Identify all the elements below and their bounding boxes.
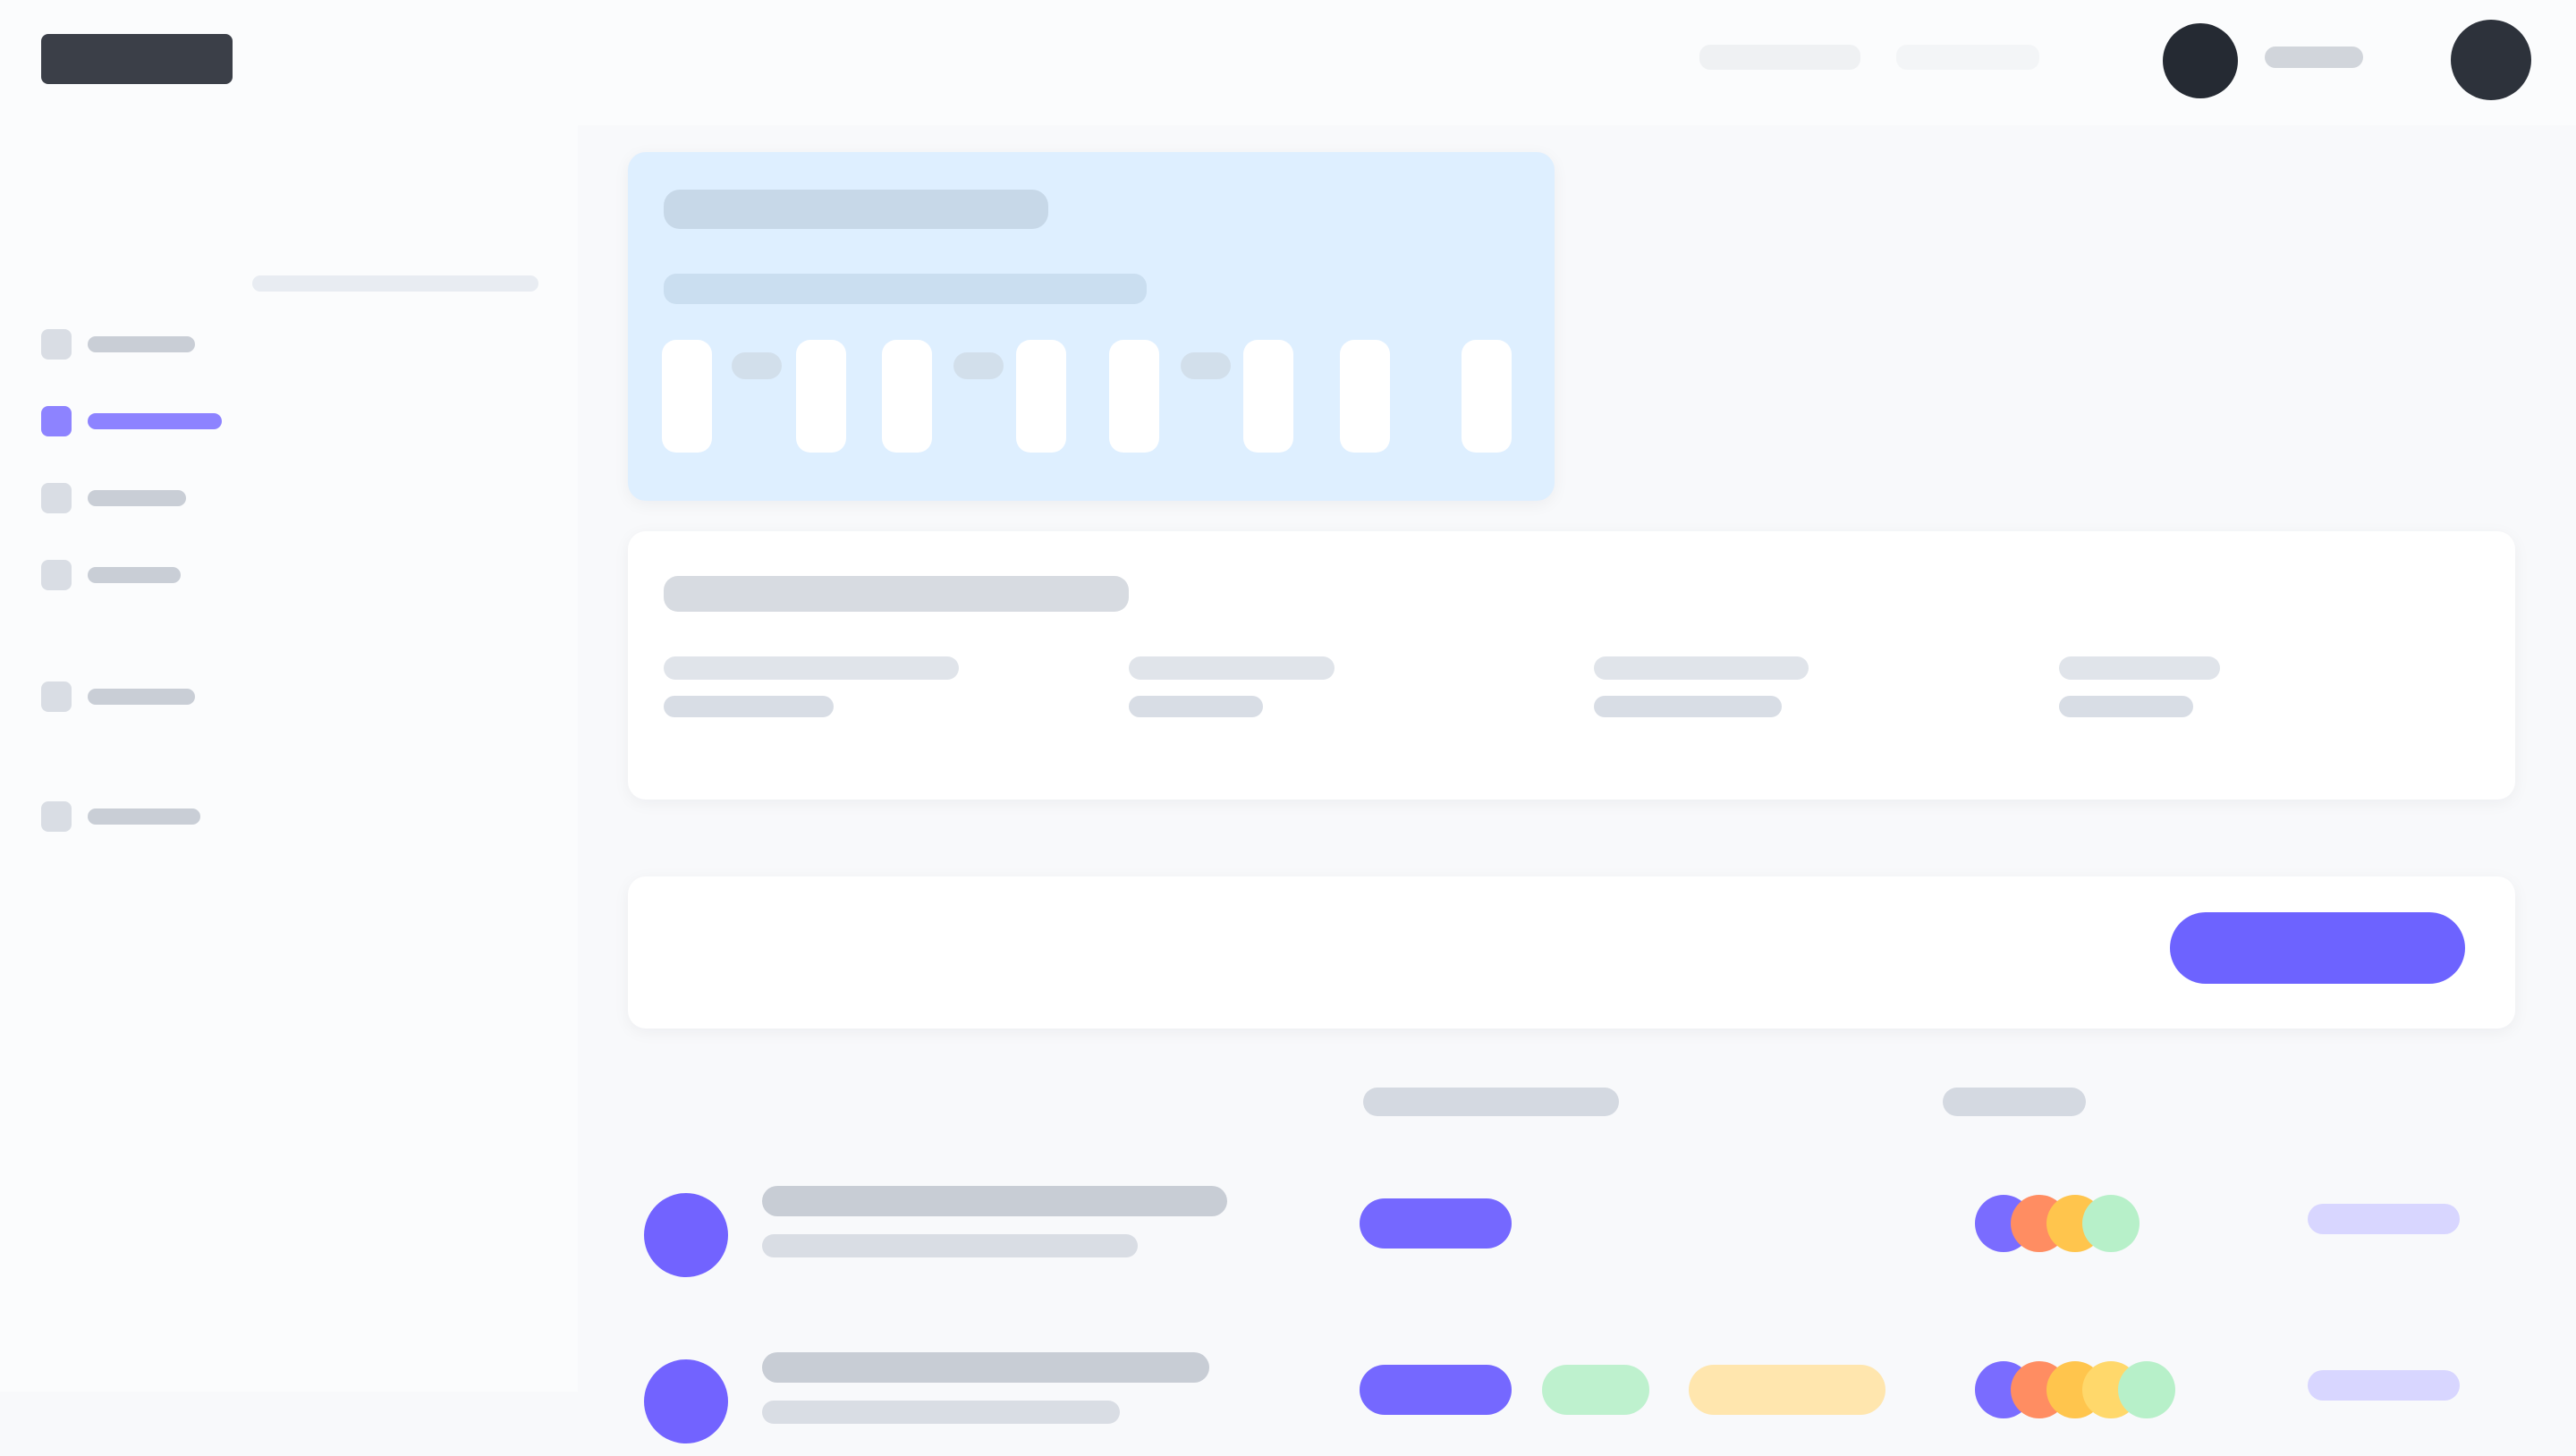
stat-value [2059, 696, 2193, 717]
status-badge [1689, 1365, 1885, 1415]
hero-subtitle [664, 274, 1147, 304]
row-title [762, 1186, 1227, 1216]
table-row[interactable] [628, 1322, 2515, 1456]
table-row[interactable] [628, 1155, 2515, 1290]
color-swatch [2118, 1361, 2175, 1418]
main-content [578, 125, 2576, 1443]
hero-block[interactable] [1462, 340, 1512, 453]
hero-title [664, 190, 1048, 229]
top-navigation [0, 0, 2576, 125]
items-table [628, 1073, 2515, 1443]
stat-value [1129, 696, 1263, 717]
hero-block-mark [732, 352, 782, 379]
sidebar-item-reports[interactable] [41, 560, 265, 590]
stat-item [1129, 656, 1442, 755]
row-color-swatches [1975, 1361, 2181, 1433]
row-subtitle [762, 1401, 1120, 1424]
table-header-cell [1943, 1088, 2086, 1116]
stat-item [2059, 656, 2372, 755]
top-filter-field[interactable] [1896, 45, 2039, 70]
settings-icon [41, 801, 72, 832]
hero-card [628, 152, 1555, 501]
hero-block[interactable] [662, 340, 712, 453]
table-header-cell [1363, 1088, 1619, 1116]
sidebar-item-label [88, 567, 181, 583]
user-avatar[interactable] [2163, 23, 2238, 98]
sidebar-item-label [88, 689, 195, 705]
hero-blocks [662, 340, 1521, 453]
stat-value [1594, 696, 1782, 717]
projects-icon [41, 483, 72, 513]
status-badge [1360, 1198, 1512, 1249]
hero-block-mark [1181, 352, 1231, 379]
top-search-field[interactable] [1699, 45, 1860, 70]
row-color-swatches [1975, 1195, 2181, 1266]
sidebar-item-projects[interactable] [41, 483, 265, 513]
hero-block[interactable] [1016, 340, 1066, 453]
user-name-label [2265, 47, 2363, 68]
hero-block[interactable] [1109, 340, 1159, 453]
hero-block[interactable] [1340, 340, 1390, 453]
list-toolbar [628, 876, 2515, 1029]
app-logo[interactable] [41, 34, 233, 84]
row-avatar [644, 1193, 728, 1277]
row-action-link[interactable] [2308, 1204, 2460, 1234]
sidebar-item-label [88, 336, 195, 352]
hero-block[interactable] [1243, 340, 1293, 453]
row-avatar [644, 1359, 728, 1443]
stat-item [664, 656, 977, 755]
stat-label [664, 656, 959, 680]
reports-icon [41, 560, 72, 590]
team-icon [41, 681, 72, 712]
stat-item [1594, 656, 1907, 755]
row-action-link[interactable] [2308, 1370, 2460, 1401]
active-icon [41, 406, 72, 436]
sidebar-item-label [88, 808, 200, 825]
row-title [762, 1352, 1209, 1383]
status-badge [1360, 1365, 1512, 1415]
sidebar [0, 125, 578, 1392]
sidebar-item-label [88, 490, 186, 506]
secondary-avatar[interactable] [2451, 20, 2531, 100]
stats-title [664, 576, 1129, 612]
row-subtitle [762, 1234, 1138, 1257]
table-header [628, 1073, 2515, 1145]
sidebar-item-label [88, 413, 222, 429]
stat-label [1129, 656, 1335, 680]
stats-card [628, 531, 2515, 800]
active-selection-indicator [252, 275, 538, 292]
sidebar-item-dashboard[interactable] [41, 329, 265, 360]
stat-value [664, 696, 834, 717]
primary-action-button[interactable] [2170, 912, 2465, 984]
hero-block[interactable] [796, 340, 846, 453]
stat-label [2059, 656, 2220, 680]
hero-block[interactable] [882, 340, 932, 453]
sidebar-item-active[interactable] [41, 406, 265, 436]
sidebar-item-settings[interactable] [41, 801, 265, 832]
stat-label [1594, 656, 1809, 680]
hero-block-mark [953, 352, 1004, 379]
color-swatch [2082, 1195, 2140, 1252]
dashboard-icon [41, 329, 72, 360]
status-badge [1542, 1365, 1649, 1415]
sidebar-item-team[interactable] [41, 681, 265, 712]
